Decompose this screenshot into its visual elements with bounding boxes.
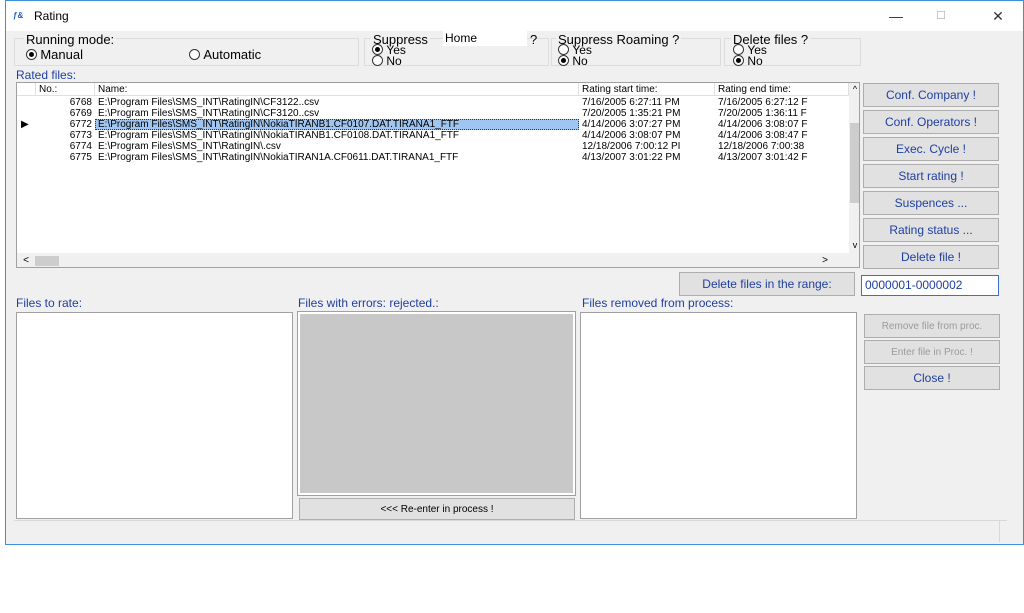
- conf-operators-button[interactable]: Conf. Operators !: [863, 110, 999, 134]
- files-to-rate-label: Files to rate:: [16, 296, 83, 310]
- radio-automatic-label: Automatic: [203, 46, 262, 62]
- row-end-time: 4/14/2006 3:08:47 F: [718, 130, 808, 141]
- table-row[interactable]: ▶ 6772 E:\Program Files\SMS_INT\RatingIN\N…: [17, 119, 837, 130]
- grid-header-end[interactable]: Rating end time:: [715, 83, 849, 96]
- conf-company-button[interactable]: Conf. Company !: [863, 83, 999, 107]
- delete-file-button[interactable]: Delete file !: [863, 245, 999, 269]
- rated-files-label: Rated files:: [16, 68, 77, 82]
- row-start-time: 7/16/2005 6:27:11 PM: [582, 97, 680, 108]
- exec-cycle-button[interactable]: Exec. Cycle !: [863, 137, 999, 161]
- row-name[interactable]: E:\Program Files\SMS_INT\RatingIN\CF3122…: [95, 97, 579, 108]
- row-name[interactable]: E:\Program Files\SMS_INT\RatingIN\NokiaT…: [95, 119, 579, 130]
- row-start-time: 7/20/2005 1:35:21 PM: [582, 108, 681, 119]
- maximize-button[interactable]: ☐: [921, 4, 961, 28]
- grid-header-indicator: [17, 83, 36, 96]
- row-start-time: 4/14/2006 3:07:27 PM: [582, 119, 681, 130]
- running-mode-label: Running mode:: [24, 32, 117, 47]
- grid-header-start[interactable]: Rating start time:: [579, 83, 715, 96]
- status-bar: [14, 520, 1007, 542]
- horizontal-scroll-thumb[interactable]: [35, 256, 59, 266]
- row-name[interactable]: E:\Program Files\SMS_INT\RatingIN\NokiaT…: [95, 130, 579, 141]
- close-button[interactable]: Close !: [864, 366, 1000, 390]
- radio-delete-files-no[interactable]: No: [733, 54, 763, 67]
- scroll-down-icon[interactable]: v: [849, 239, 859, 251]
- files-removed-label: Files removed from process:: [582, 296, 734, 310]
- delete-range-button[interactable]: Delete files in the range:: [679, 272, 855, 296]
- row-name[interactable]: E:\Program Files\SMS_INT\RatingIN\CF3120…: [95, 108, 579, 119]
- radio-automatic-indicator[interactable]: [189, 49, 200, 61]
- window-title: Rating: [34, 9, 69, 23]
- grid-vertical-scrollbar[interactable]: ^ v: [849, 83, 859, 253]
- scroll-left-icon[interactable]: <: [19, 254, 33, 267]
- row-end-time: 12/18/2006 7:00:38: [718, 141, 805, 152]
- radio-manual-indicator[interactable]: [26, 49, 37, 61]
- radio-suppress-home-no[interactable]: No: [372, 54, 402, 67]
- radio-suppress-roaming-no[interactable]: No: [558, 54, 588, 67]
- row-no: 6769: [69, 108, 92, 119]
- radio-suppress-home-no-indicator[interactable]: [372, 55, 383, 67]
- row-end-time: 4/13/2007 3:01:42 F: [718, 152, 808, 163]
- files-removed-list[interactable]: [580, 312, 857, 519]
- rating-status-button[interactable]: Rating status ...: [863, 218, 999, 242]
- start-rating-button[interactable]: Start rating !: [863, 164, 999, 188]
- scroll-up-icon[interactable]: ^: [849, 83, 859, 95]
- grid-header-name[interactable]: Name:: [95, 83, 579, 96]
- table-row[interactable]: 6774 E:\Program Files\SMS_INT\RatingIN\.c…: [17, 141, 837, 152]
- radio-automatic[interactable]: Automatic: [189, 48, 261, 61]
- files-to-rate-list[interactable]: [16, 312, 293, 519]
- grid-horizontal-scrollbar[interactable]: < >: [17, 253, 859, 267]
- radio-suppress-roaming-no-indicator[interactable]: [558, 55, 569, 67]
- scroll-right-icon[interactable]: >: [818, 254, 832, 267]
- row-no: 6774: [69, 141, 92, 152]
- vertical-scroll-thumb[interactable]: [850, 123, 859, 203]
- remove-file-from-proc-button[interactable]: Remove file from proc.: [864, 314, 1000, 338]
- suppress-home-input[interactable]: Home: [443, 31, 527, 46]
- radio-manual[interactable]: Manual: [26, 48, 83, 61]
- row-start-time: 4/14/2006 3:08:07 PM: [582, 130, 681, 141]
- table-row[interactable]: 6768 E:\Program Files\SMS_INT\RatingIN\CF…: [17, 97, 837, 108]
- row-no: 6773: [69, 130, 92, 141]
- title-bar[interactable]: ƒ& Rating — ☐ ✕: [6, 1, 1023, 31]
- row-no: 6772: [69, 119, 92, 130]
- row-end-time: 4/14/2006 3:08:07 F: [718, 119, 808, 130]
- table-row[interactable]: 6773 E:\Program Files\SMS_INT\RatingIN\No…: [17, 130, 837, 141]
- row-end-time: 7/16/2005 6:27:12 F: [718, 97, 808, 108]
- rating-window: ƒ& Rating — ☐ ✕ Running mode: Manual Aut…: [5, 0, 1024, 545]
- row-indicator-icon: ▶: [21, 119, 29, 130]
- row-start-time: 12/18/2006 7:00:12 PI: [582, 141, 681, 152]
- radio-manual-label: Manual: [40, 46, 83, 62]
- radio-suppress-roaming-no-label: No: [572, 53, 588, 68]
- row-no: 6775: [69, 152, 92, 163]
- radio-suppress-home-no-label: No: [386, 53, 402, 68]
- reenter-in-process-button[interactable]: <<< Re-enter in process !: [299, 498, 575, 520]
- enter-file-in-proc-button[interactable]: Enter file in Proc. !: [864, 340, 1000, 364]
- files-with-errors-list[interactable]: [297, 311, 576, 496]
- row-name[interactable]: E:\Program Files\SMS_INT\RatingIN\.csv: [95, 141, 579, 152]
- radio-delete-files-no-label: No: [747, 53, 763, 68]
- close-window-button[interactable]: ✕: [978, 4, 1018, 28]
- table-row[interactable]: 6769 E:\Program Files\SMS_INT\RatingIN\CF…: [17, 108, 837, 119]
- delete-range-input[interactable]: 0000001-0000002: [861, 275, 999, 296]
- row-start-time: 4/13/2007 3:01:22 PM: [582, 152, 681, 163]
- rating-app-icon: ƒ&: [13, 11, 24, 20]
- row-name[interactable]: E:\Program Files\SMS_INT\RatingIN\NokiaT…: [95, 152, 579, 163]
- files-with-errors-label: Files with errors: rejected.:: [298, 296, 439, 310]
- radio-delete-files-no-indicator[interactable]: [733, 55, 744, 67]
- table-row[interactable]: 6775 E:\Program Files\SMS_INT\RatingIN\No…: [17, 152, 837, 163]
- minimize-button[interactable]: —: [876, 4, 916, 28]
- row-end-time: 7/20/2005 1:36:11 F: [718, 108, 807, 119]
- suspences-button[interactable]: Suspences ...: [863, 191, 999, 215]
- resize-grip-icon[interactable]: [999, 520, 1023, 542]
- row-no: 6768: [69, 97, 92, 108]
- grid-header-no[interactable]: No.:: [36, 83, 95, 96]
- suppress-home-question: ?: [530, 32, 538, 47]
- rated-files-grid[interactable]: No.: Name: Rating start time: Rating end…: [16, 82, 860, 268]
